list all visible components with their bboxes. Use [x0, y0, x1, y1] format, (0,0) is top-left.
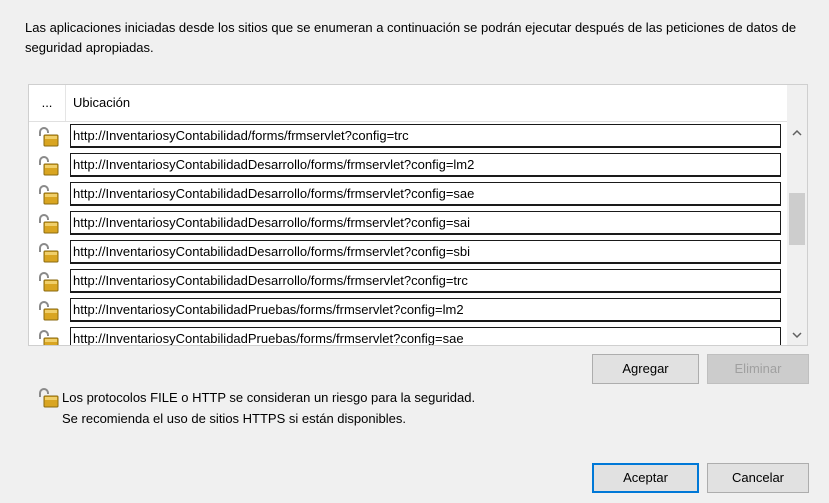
unlocked-padlock-icon [37, 185, 59, 205]
row-url-field[interactable]: http://InventariosyContabilidadDesarroll… [70, 240, 781, 264]
add-button[interactable]: Agregar [592, 354, 699, 384]
column-header-icon[interactable]: ... [29, 85, 66, 121]
table-rows: http://InventariosyContabilidad/forms/fr… [29, 122, 787, 345]
unlocked-padlock-icon [37, 214, 59, 234]
column-header-location[interactable]: Ubicación [73, 85, 130, 121]
unlocked-padlock-icon [37, 330, 59, 345]
security-warning-text: Los protocolos FILE o HTTP se consideran… [62, 387, 475, 429]
remove-button[interactable]: Eliminar [707, 354, 809, 384]
scroll-down-arrow-icon[interactable] [787, 325, 807, 345]
row-url-field[interactable]: http://InventariosyContabilidadPruebas/f… [70, 298, 781, 322]
row-url-field[interactable]: http://InventariosyContabilidadPruebas/f… [70, 327, 781, 345]
table-row[interactable]: http://InventariosyContabilidadPruebas/f… [29, 325, 787, 345]
scroll-up-arrow-icon[interactable] [787, 123, 807, 143]
ok-button[interactable]: Aceptar [592, 463, 699, 493]
unlocked-padlock-icon [37, 243, 59, 263]
exception-site-list[interactable]: ... Ubicación http://InventariosyContabi… [28, 84, 808, 346]
row-url-field[interactable]: http://InventariosyContabilidadDesarroll… [70, 211, 781, 235]
table-row[interactable]: http://InventariosyContabilidadDesarroll… [29, 151, 787, 180]
table-row[interactable]: http://InventariosyContabilidadDesarroll… [29, 209, 787, 238]
unlocked-padlock-icon [37, 156, 59, 176]
table-row[interactable]: http://InventariosyContabilidadPruebas/f… [29, 296, 787, 325]
row-url-field[interactable]: http://InventariosyContabilidad/forms/fr… [70, 124, 781, 148]
warning-line-2: Se recomienda el uso de sitios HTTPS si … [62, 411, 406, 426]
table-row[interactable]: http://InventariosyContabilidad/forms/fr… [29, 122, 787, 151]
description-text: Las aplicaciones iniciadas desde los sit… [25, 20, 797, 55]
row-url-field[interactable]: http://InventariosyContabilidadDesarroll… [70, 182, 781, 206]
unlocked-padlock-icon [37, 388, 59, 408]
cancel-button[interactable]: Cancelar [707, 463, 809, 493]
scroll-thumb[interactable] [789, 193, 805, 245]
warning-line-1: Los protocolos FILE o HTTP se consideran… [62, 390, 476, 405]
table-row[interactable]: http://InventariosyContabilidadDesarroll… [29, 238, 787, 267]
unlocked-padlock-icon [37, 301, 59, 321]
table-header: ... Ubicación [29, 85, 787, 122]
unlocked-padlock-icon [37, 272, 59, 292]
unlocked-padlock-icon [37, 127, 59, 147]
table-row[interactable]: http://InventariosyContabilidadDesarroll… [29, 267, 787, 296]
row-url-field[interactable]: http://InventariosyContabilidadDesarroll… [70, 269, 781, 293]
row-url-field[interactable]: http://InventariosyContabilidadDesarroll… [70, 153, 781, 177]
vertical-scrollbar[interactable] [787, 85, 807, 345]
table-row[interactable]: http://InventariosyContabilidadDesarroll… [29, 180, 787, 209]
